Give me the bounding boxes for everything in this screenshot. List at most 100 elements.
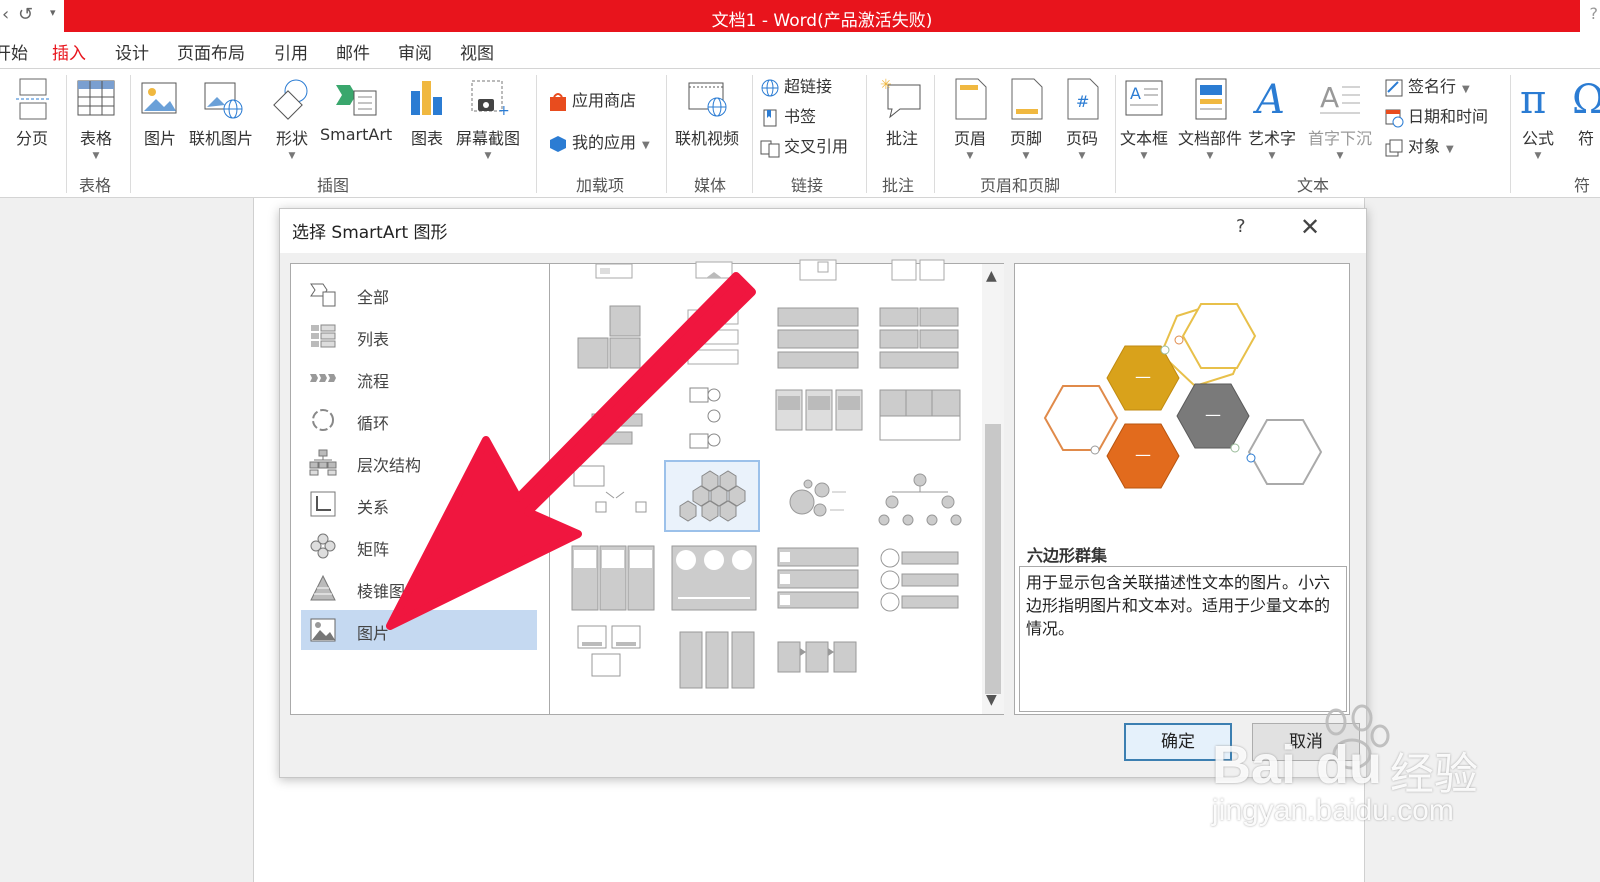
text-box-button[interactable]: A 文本框 ▼ (1120, 77, 1168, 161)
equation-button[interactable]: π 公式 ▼ (1518, 77, 1558, 161)
title-bar: ‹ ↺ ▾ 文档1 - Word(产品激活失败) ? (0, 0, 1600, 32)
online-picture-icon (204, 82, 243, 119)
undo-icon[interactable]: ‹ (2, 4, 9, 25)
screenshot-button[interactable]: + 屏幕截图 ▼ (456, 77, 520, 161)
group-label-addins: 加载项 (576, 176, 625, 195)
svg-text:A: A (1320, 81, 1339, 114)
category-label: 关系 (357, 498, 390, 517)
app-store-button[interactable]: 应用商店 (548, 87, 636, 112)
dialog-body: 全部 列表 流程 循环 层次结构 关系 矩阵 棱锥图 图片 ▲ ▼ — — — … (280, 253, 1366, 777)
store-bag-icon (550, 92, 566, 111)
dialog-title: 选择 SmartArt 图形 (292, 223, 448, 243)
drop-cap-button[interactable]: A 首字下沉 ▼ (1308, 77, 1372, 161)
help-icon[interactable]: ? (1590, 4, 1599, 23)
category-pyramid[interactable]: 棱锥图 (301, 568, 537, 608)
quick-parts-icon (1195, 78, 1227, 120)
page-number-button[interactable]: # 页码 ▼ (1062, 77, 1102, 161)
cross-reference-button[interactable]: 交叉引用 (760, 133, 848, 158)
layout-thumbnail[interactable] (872, 542, 968, 614)
chart-label: 图表 (410, 129, 443, 148)
category-relationship[interactable]: 关系 (301, 484, 537, 524)
picture-icon (141, 82, 177, 114)
app-store-label: 应用商店 (572, 91, 637, 110)
group-separator (1115, 75, 1116, 193)
layout-thumbnail[interactable] (770, 382, 866, 454)
layout-thumbnail-hexagon-cluster[interactable] (664, 460, 760, 532)
smartart-dialog: 选择 SmartArt 图形 ? ✕ 全部 列表 流程 循环 层次结构 关系 矩… (279, 208, 1367, 778)
tab-home[interactable]: 开始 (0, 39, 28, 64)
dropdown-arrow-icon: ▼ (1140, 151, 1148, 161)
my-apps-button[interactable]: 我的应用 ▼ (548, 129, 650, 154)
layout-thumbnail[interactable] (666, 542, 762, 614)
group-separator (666, 75, 667, 193)
comment-button[interactable]: ✳ 批注 (880, 77, 924, 149)
category-cycle[interactable]: 循环 (301, 400, 537, 440)
scroll-up-icon[interactable]: ▲ (986, 268, 997, 284)
hyperlink-button[interactable]: 超链接 (760, 73, 832, 98)
page-break-icon (16, 78, 50, 120)
my-apps-icon (550, 135, 566, 152)
hyperlink-icon (761, 79, 779, 96)
tab-design[interactable]: 设计 (115, 39, 149, 64)
date-time-button[interactable]: 日期和时间 (1384, 103, 1488, 128)
layout-thumbnail[interactable] (770, 302, 866, 374)
online-picture-button[interactable]: 联机图片 (189, 77, 253, 149)
symbol-button[interactable]: Ω 符 (1572, 77, 1600, 149)
category-process[interactable]: 流程 (301, 358, 537, 398)
signature-line-button[interactable]: 签名行 ▼ (1384, 73, 1470, 98)
layout-thumbnail[interactable] (872, 382, 968, 454)
layout-thumbnail[interactable] (666, 302, 762, 374)
layout-thumbnail[interactable] (566, 622, 662, 694)
layout-thumbnail[interactable] (666, 382, 762, 454)
header-button[interactable]: 页眉 ▼ (950, 77, 990, 161)
group-label-tables: 表格 (79, 176, 112, 195)
category-matrix[interactable]: 矩阵 (301, 526, 537, 566)
page-break-button[interactable]: 分页 (12, 77, 52, 149)
text-box-icon: A (1125, 80, 1163, 116)
smartart-button[interactable]: SmartArt (320, 77, 392, 144)
tab-layout[interactable]: 页面布局 (177, 39, 245, 64)
bookmark-button[interactable]: 书签 (760, 103, 816, 128)
dialog-help-button[interactable]: ? (1236, 216, 1246, 237)
category-hierarchy[interactable]: 层次结构 (301, 442, 537, 482)
tab-insert[interactable]: 插入 (52, 39, 86, 64)
wordart-button[interactable]: A 艺术字 ▼ (1248, 77, 1296, 161)
scroll-down-icon[interactable]: ▼ (986, 692, 997, 708)
layout-thumbnail[interactable] (872, 302, 968, 374)
scrollbar-thumb[interactable] (985, 424, 1001, 694)
layout-thumbnail[interactable] (770, 622, 866, 694)
layout-thumbnail[interactable] (566, 462, 662, 534)
quick-parts-button[interactable]: 文档部件 ▼ (1178, 77, 1242, 161)
dropdown-arrow-icon: ▼ (92, 151, 100, 161)
group-separator (130, 75, 131, 193)
layout-thumbnail[interactable] (770, 542, 866, 614)
layout-thumbnail[interactable] (770, 462, 866, 534)
layout-thumbnail[interactable] (666, 622, 762, 694)
relationship-icon (310, 491, 336, 517)
category-list-type[interactable]: 列表 (301, 316, 537, 356)
category-picture[interactable]: 图片 (301, 610, 537, 650)
layout-thumbnail[interactable] (566, 302, 662, 374)
layout-thumbnail[interactable] (566, 542, 662, 614)
online-video-button[interactable]: 联机视频 (675, 77, 739, 149)
chart-button[interactable]: 图表 (407, 77, 447, 149)
preview-description: 用于显示包含关联描述性文本的图片。小六边形指明图片和文本对。适用于少量文本的情况… (1019, 566, 1347, 712)
tab-review[interactable]: 审阅 (398, 39, 432, 64)
redo-icon[interactable]: ↺ (18, 4, 33, 25)
category-all[interactable]: 全部 (301, 274, 537, 314)
object-button[interactable]: 对象 ▼ (1384, 133, 1454, 158)
tab-references[interactable]: 引用 (274, 39, 308, 64)
screenshot-label: 屏幕截图 (456, 129, 521, 148)
footer-button[interactable]: 页脚 ▼ (1006, 77, 1046, 161)
tab-mailings[interactable]: 邮件 (336, 39, 370, 64)
customize-qat-icon[interactable]: ▾ (50, 6, 56, 19)
layout-thumbnail[interactable] (872, 462, 968, 534)
picture-button[interactable]: 图片 (140, 77, 180, 149)
shapes-button[interactable]: 形状 ▼ (272, 77, 312, 161)
layout-thumbnail[interactable] (566, 382, 662, 454)
tab-view[interactable]: 视图 (460, 39, 494, 64)
close-icon[interactable]: ✕ (1300, 213, 1320, 241)
category-label: 棱锥图 (357, 582, 406, 601)
table-button[interactable]: 表格 ▼ (76, 77, 116, 161)
gallery-scrollbar[interactable]: ▲ ▼ (982, 264, 1004, 714)
